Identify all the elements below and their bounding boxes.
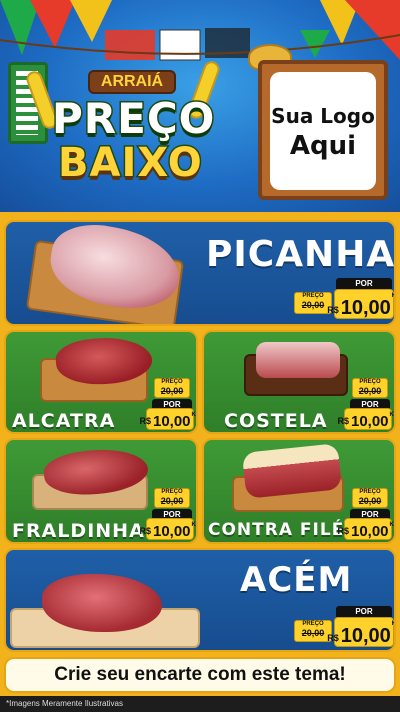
product-name: ACÉM	[240, 560, 353, 600]
logo-placeholder-sign: Sua Logo Aqui	[258, 60, 388, 200]
por-label: POR	[336, 606, 392, 617]
cta-text: Crie seu encarte com este tema!	[54, 664, 346, 685]
old-price-tag: PREÇO 20,00	[154, 488, 190, 508]
old-price-tag: PREÇO 20,00	[352, 378, 388, 398]
disclaimer-text: *Imagens Meramente Ilustrativas	[0, 696, 400, 712]
product-name: COSTELA	[224, 410, 328, 432]
product-name: CONTRA FILÉ	[208, 520, 345, 540]
product-card-fraldinha: FRALDINHA PREÇO 20,00 POR R$ 10,00 KG	[4, 438, 198, 544]
title-preco: PREÇO	[50, 93, 216, 145]
header-banner: ARRAIÁ PREÇO BAIXO Sua Logo Aqui	[0, 0, 400, 212]
price-tag: R$ 10,00 KG	[327, 289, 394, 319]
product-card-picanha: PICANHA PREÇO 20,00 POR R$ 10,00 KG	[4, 220, 396, 326]
logo-placeholder-line1: Sua Logo	[271, 104, 375, 128]
product-name: PICANHA	[206, 234, 396, 275]
product-card-contra-file: CONTRA FILÉ PREÇO 20,00 POR R$ 10,00 KG	[202, 438, 396, 544]
meat-image	[42, 574, 162, 632]
old-price-tag: PREÇO 20,00	[352, 488, 388, 508]
product-card-alcatra: ALCATRA PREÇO 20,00 POR R$ 10,00 KG	[4, 330, 198, 434]
price-tag: R$ 10,00 KG	[139, 408, 196, 430]
product-card-costela: COSTELA PREÇO 20,00 POR R$ 10,00 KG	[202, 330, 396, 434]
meat-image	[256, 342, 340, 378]
product-card-acem: ACÉM PREÇO 20,00 POR R$ 10,00 KG	[4, 548, 396, 652]
product-name: FRALDINHA	[12, 520, 145, 542]
price-tag: R$ 10,00 KG	[327, 617, 394, 647]
price-tag: R$ 10,00 KG	[337, 408, 394, 430]
product-name: ALCATRA	[12, 410, 116, 432]
price-tag: R$ 10,00 KG	[337, 518, 394, 540]
arraia-label: ARRAIÁ	[88, 70, 176, 94]
logo-placeholder: Sua Logo Aqui	[270, 72, 376, 190]
por-label: POR	[336, 278, 392, 289]
title-baixo: BAIXO	[57, 139, 204, 188]
price-tag: R$ 10,00 KG	[139, 518, 196, 540]
old-price-tag: PREÇO 20,00	[154, 378, 190, 398]
cta-banner[interactable]: Crie seu encarte com este tema!	[4, 657, 396, 693]
logo-placeholder-line2: Aqui	[289, 131, 357, 161]
